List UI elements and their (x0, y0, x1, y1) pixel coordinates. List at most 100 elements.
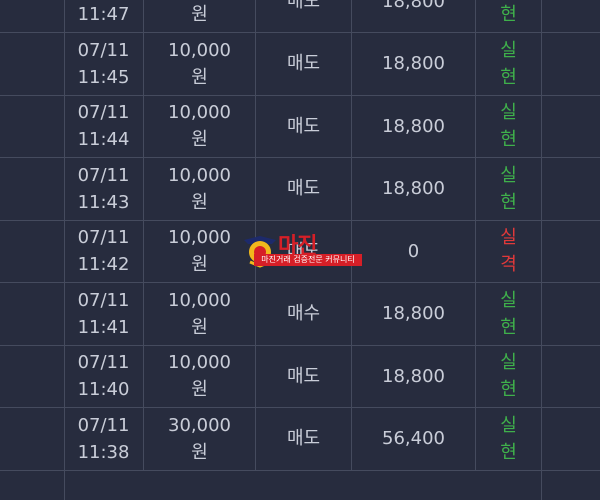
type-cell-type: 매도 (286, 53, 321, 74)
price-cell-price: 18,800 (382, 178, 445, 199)
time-cell-date: 07/11 (77, 39, 130, 61)
result-cell-result2: 현 (500, 441, 517, 463)
table-row: 07/11 11:45 10,000 원 매도 18,800 실 현 (0, 32, 600, 96)
price-cell-price: 18,800 (382, 303, 445, 324)
price-cell-price: 18,800 (382, 115, 445, 137)
table-left-border (64, 0, 65, 500)
result-cell: 실현 (476, 345, 542, 407)
price-cell: 18,800 (352, 0, 476, 32)
table-row: 07/11 11:38 30,000 원 매도 56,400 실 현 (0, 407, 600, 471)
result-cell: 실현 (476, 282, 542, 345)
result-cell-result2: 현 (500, 4, 517, 25)
price-cell-price: 18,800 (382, 365, 445, 387)
amount-cell-amount: 10,000 (168, 289, 231, 311)
result-cell: 실현 (476, 407, 542, 470)
time-cell-time: 11:41 (77, 316, 130, 338)
result-cell-result1: 실 (500, 289, 517, 311)
table-row: 07/11 11:43 10,000 원 매도 18,800 실 현 (0, 157, 600, 221)
table-row: 07/11 11:42 10,000 원 매도 0 실 격 (0, 220, 600, 283)
time-cell: 07/11 11:42 (64, 220, 144, 282)
type-cell: 매도 (256, 220, 352, 282)
type-cell: 매도 (256, 0, 352, 32)
time-cell-time: 11:38 (77, 441, 130, 463)
result-cell: 실현 (476, 32, 542, 95)
amount-cell: 10,000 원 (144, 32, 256, 95)
table-row: 07/11 11:41 10,000 원 매수 18,800 실 현 (0, 282, 600, 346)
result-cell: 실현 (476, 95, 542, 157)
amount-cell: 30,000 원 (144, 407, 256, 470)
result-cell: 실격 (476, 220, 542, 282)
table-row: 07/11 11:44 10,000 원 매도 18,800 실 현 (0, 95, 600, 158)
amount-cell-unit: 원 (191, 129, 208, 150)
amount-cell-unit: 원 (191, 66, 208, 88)
table-row: 07/1111:4710,000원 매도 18,800 실현 (0, 0, 600, 33)
table-right-border (541, 0, 542, 500)
type-cell-type: 매도 (286, 428, 321, 449)
time-cell-time: 11:40 (77, 379, 130, 400)
price-cell: 18,800 (352, 95, 476, 157)
price-cell-price: 18,800 (382, 0, 445, 12)
price-cell: 18,800 (352, 282, 476, 345)
price-cell: 56,400 (352, 407, 476, 470)
result-cell-result1: 실 (500, 102, 517, 123)
time-cell-date: 07/11 (77, 164, 130, 186)
result-cell-result1: 실 (500, 227, 517, 248)
amount-cell-amount: 10,000 (168, 227, 231, 248)
price-cell-price: 56,400 (382, 428, 445, 449)
result-cell-result1: 실 (500, 414, 517, 436)
time-cell-time: 11:42 (77, 254, 130, 275)
time-cell-time: 11:43 (77, 191, 130, 213)
time-cell-time: 11:45 (77, 66, 130, 88)
type-cell: 매도 (256, 407, 352, 470)
type-cell: 매도 (256, 95, 352, 157)
type-cell: 매도 (256, 345, 352, 407)
type-cell-type: 매도 (286, 0, 321, 12)
type-cell-type: 매도 (286, 178, 321, 199)
type-cell-type: 매수 (286, 303, 321, 324)
amount-cell-unit: 원 (191, 379, 208, 400)
time-cell: 07/11 11:41 (64, 282, 144, 345)
result-cell: 실현 (476, 157, 542, 220)
amount-cell-unit: 원 (191, 316, 208, 338)
time-cell-date: 07/11 (77, 414, 130, 436)
time-cell-date: 07/11 (77, 227, 130, 248)
time-cell: 07/11 11:40 (64, 345, 144, 407)
amount-cell-amount: 10,000 (168, 352, 231, 373)
type-cell: 매도 (256, 157, 352, 220)
price-cell-price: 18,800 (382, 53, 445, 74)
amount-cell-amount: 30,000 (168, 414, 231, 436)
amount-cell-amount: 10,000 (168, 164, 231, 186)
time-cell-date: 07/11 (77, 352, 130, 373)
time-cell-date: 07/11 (77, 289, 130, 311)
result-cell-result2: 현 (500, 66, 517, 88)
amount-cell-unit: 원 (191, 191, 208, 213)
amount-cell: 10,000 원 (144, 157, 256, 220)
time-cell: 07/11 11:38 (64, 407, 144, 470)
amount-cell-amount: 10,000 (168, 39, 231, 61)
result-cell-result2: 격 (500, 254, 517, 275)
time-cell: 07/11 11:44 (64, 95, 144, 157)
type-cell: 매수 (256, 282, 352, 345)
price-cell: 18,800 (352, 157, 476, 220)
time-cell: 07/11 11:43 (64, 157, 144, 220)
result-cell-result2: 현 (500, 316, 517, 338)
time-cell-date: 07/11 (77, 102, 130, 123)
result-cell-result2: 현 (500, 129, 517, 150)
price-cell: 18,800 (352, 32, 476, 95)
amount-cell-unit: 원 (191, 4, 208, 25)
amount-cell: 10,000 원 (144, 345, 256, 407)
result-cell-result1: 실 (500, 164, 517, 186)
amount-cell-amount: 10,000 (168, 102, 231, 123)
time-cell-time: 11:44 (77, 129, 130, 150)
price-cell: 18,800 (352, 345, 476, 407)
amount-cell: 10,000 원 (144, 95, 256, 157)
result-cell-result1: 실 (500, 39, 517, 61)
time-cell: 07/11 11:45 (64, 32, 144, 95)
time-cell: 07/1111:47 (64, 0, 144, 32)
type-cell-type: 매도 (286, 365, 321, 387)
amount-cell: 10,000 원 (144, 220, 256, 282)
time-cell-time: 11:47 (77, 4, 130, 25)
type-cell: 매도 (256, 32, 352, 95)
amount-cell-unit: 원 (191, 441, 208, 463)
table-row: 07/11 11:40 10,000 원 매도 18,800 실 현 (0, 345, 600, 408)
